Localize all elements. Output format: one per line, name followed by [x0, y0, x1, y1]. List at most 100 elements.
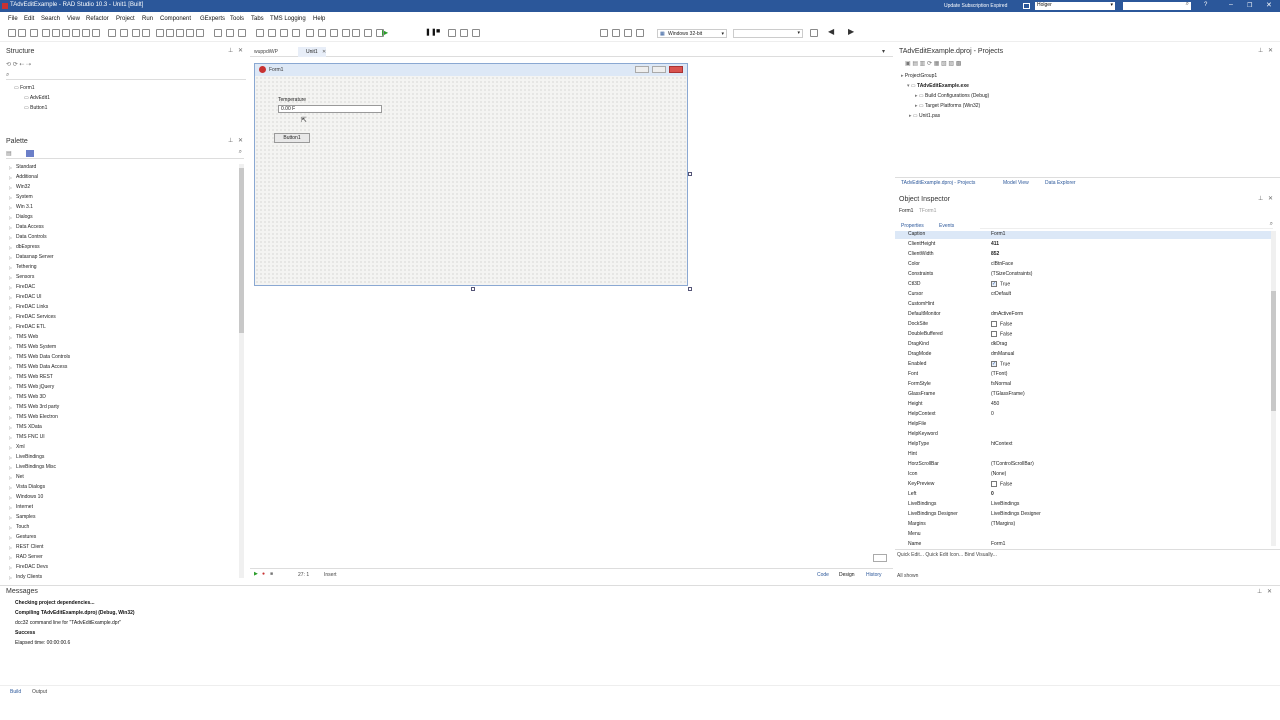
restore-icon[interactable]: ❐ — [1247, 2, 1252, 9]
property-name[interactable]: HelpKeyword — [908, 431, 938, 437]
tree-item-form1[interactable]: ▭ Form1 — [14, 85, 35, 91]
property-name[interactable]: LiveBindings Designer — [908, 511, 958, 517]
tab-properties[interactable]: Properties — [901, 223, 924, 229]
property-name[interactable]: Height — [908, 401, 922, 407]
expand-arrow-icon[interactable]: ▷ — [9, 165, 12, 170]
pin-icon[interactable]: ⊥ — [228, 137, 233, 144]
palette-category[interactable]: dbExpress — [16, 244, 40, 250]
property-name[interactable]: LiveBindings — [908, 501, 936, 507]
nonvisual-components-icon[interactable] — [873, 554, 887, 562]
palette-category[interactable]: Data Controls — [16, 234, 47, 240]
property-name[interactable]: DragMode — [908, 351, 931, 357]
project-exe-item[interactable]: ▾ ▭ TAdvEditExample.exe — [907, 83, 969, 89]
palette-category[interactable]: TMS Web Data Controls — [16, 354, 70, 360]
toolbar-button-icon[interactable] — [810, 29, 818, 37]
menu-item-edit[interactable]: Edit — [24, 16, 34, 22]
button1[interactable]: Button1 — [274, 133, 310, 143]
toolbar-button-icon[interactable] — [186, 29, 194, 37]
palette-category[interactable]: Xml — [16, 444, 25, 450]
property-name[interactable]: Cursor — [908, 291, 923, 297]
expand-arrow-icon[interactable]: ▷ — [9, 475, 12, 480]
property-value[interactable]: dkDrag — [991, 341, 1007, 347]
palette-category[interactable]: LiveBindings — [16, 454, 44, 460]
palette-search[interactable]: ▤ ⌕ — [6, 149, 244, 159]
scrollbar-thumb[interactable] — [239, 168, 244, 333]
expand-arrow-icon[interactable]: ▷ — [9, 255, 12, 260]
palette-toolbar-icon[interactable]: ▤ — [6, 150, 12, 157]
expand-arrow-icon[interactable]: ▷ — [9, 215, 12, 220]
config-selector[interactable]: ▾ — [733, 29, 803, 38]
palette-category[interactable]: Win 3.1 — [16, 204, 33, 210]
forward-icon[interactable]: ▶ — [848, 27, 854, 36]
tab-model-view[interactable]: Model View — [1003, 180, 1029, 186]
expand-arrow-icon[interactable]: ▷ — [9, 435, 12, 440]
expand-arrow-icon[interactable]: ▷ — [9, 275, 12, 280]
tab-events[interactable]: Events — [939, 223, 954, 229]
property-value[interactable]: 450 — [991, 401, 999, 407]
form-client-area[interactable]: Temperature 0.00 F ⇱ Button1 — [255, 76, 687, 285]
toolbar-button-icon[interactable] — [214, 29, 222, 37]
property-name[interactable]: HelpContext — [908, 411, 936, 417]
expand-arrow-icon[interactable]: ▷ — [9, 545, 12, 550]
property-value[interactable]: 0 — [991, 411, 994, 417]
property-value[interactable]: dmActiveForm — [991, 311, 1023, 317]
property-name[interactable]: Name — [908, 541, 921, 546]
chevron-down-icon[interactable]: ▾ — [882, 48, 885, 55]
menu-item-tabs[interactable]: Tabs — [251, 16, 264, 22]
property-value[interactable]: False — [991, 321, 1012, 327]
pin-icon[interactable]: ⊥ — [1258, 47, 1263, 54]
toolbar-button-icon[interactable] — [238, 29, 246, 37]
pin-icon[interactable]: ⊥ — [1258, 195, 1263, 202]
palette-category[interactable]: FireDAC ETL — [16, 324, 46, 330]
close-icon[interactable]: ✕ — [238, 137, 243, 144]
property-name[interactable]: Left — [908, 491, 916, 497]
menu-item-project[interactable]: Project — [116, 16, 135, 22]
palette-category[interactable]: Datasnap Server — [16, 254, 54, 260]
palette-category[interactable]: Gestures — [16, 534, 36, 540]
toolbar-button-icon[interactable] — [166, 29, 174, 37]
target-platforms-item[interactable]: ▸ ▭ Target Platforms (Win32) — [915, 103, 980, 109]
menu-item-tools[interactable]: Tools — [230, 16, 244, 22]
tree-item-button1[interactable]: ▭ Button1 — [24, 105, 47, 111]
property-value[interactable]: ✓ True — [991, 281, 1010, 287]
checkbox-icon[interactable]: ✓ — [991, 361, 997, 367]
close-icon[interactable]: ✕ — [238, 47, 243, 54]
palette-category[interactable]: TMS FNC UI — [16, 434, 45, 440]
property-value[interactable]: clBtnFace — [991, 261, 1013, 267]
component-selector[interactable]: Form1 TForm1 — [899, 208, 1277, 216]
toolbar-button-icon[interactable] — [8, 29, 16, 37]
property-name[interactable]: GlassFrame — [908, 391, 935, 397]
quick-edit-links[interactable]: Quick Edit... Quick Edit Icon... Bind Vi… — [897, 552, 997, 558]
expand-arrow-icon[interactable]: ▷ — [9, 305, 12, 310]
toolbar-button-icon[interactable] — [156, 29, 164, 37]
palette-category[interactable]: TMS Web REST — [16, 374, 53, 380]
tab-projects[interactable]: TAdvEditExample.dproj - Projects — [901, 180, 975, 186]
property-value[interactable]: (TSizeConstraints) — [991, 271, 1032, 277]
close-icon[interactable]: ✕ — [1266, 1, 1272, 9]
property-name[interactable]: HelpType — [908, 441, 929, 447]
checkbox-icon[interactable] — [991, 481, 997, 487]
minimize-icon[interactable]: – — [1229, 1, 1233, 8]
property-name[interactable]: ClientHeight — [908, 241, 935, 247]
expand-arrow-icon[interactable]: ▷ — [9, 555, 12, 560]
property-value[interactable]: crDefault — [991, 291, 1011, 297]
expand-arrow-icon[interactable]: ▷ — [9, 485, 12, 490]
expand-arrow-icon[interactable]: ▷ — [9, 425, 12, 430]
property-name[interactable]: HelpFile — [908, 421, 926, 427]
menu-item-run[interactable]: Run — [142, 16, 153, 22]
palette-category[interactable]: Data Access — [16, 224, 44, 230]
user-dropdown[interactable]: Holger ▾ — [1035, 2, 1115, 10]
property-value[interactable]: (TControlScrollBar) — [991, 461, 1034, 467]
property-name[interactable]: Hint — [908, 451, 917, 457]
expand-arrow-icon[interactable]: ▷ — [9, 505, 12, 510]
property-name[interactable]: Constraints — [908, 271, 933, 277]
toolbar-button-icon[interactable] — [92, 29, 100, 37]
toolbar-button-icon[interactable] — [460, 29, 468, 37]
toolbar-button-icon[interactable] — [142, 29, 150, 37]
property-value[interactable]: (TGlassFrame) — [991, 391, 1025, 397]
toolbar-button-icon[interactable] — [306, 29, 314, 37]
property-search[interactable]: ⌕ — [980, 221, 1273, 229]
category-filter-icon[interactable] — [26, 150, 34, 157]
toolbar-button-icon[interactable] — [448, 29, 456, 37]
toolbar-button-icon[interactable] — [256, 29, 264, 37]
